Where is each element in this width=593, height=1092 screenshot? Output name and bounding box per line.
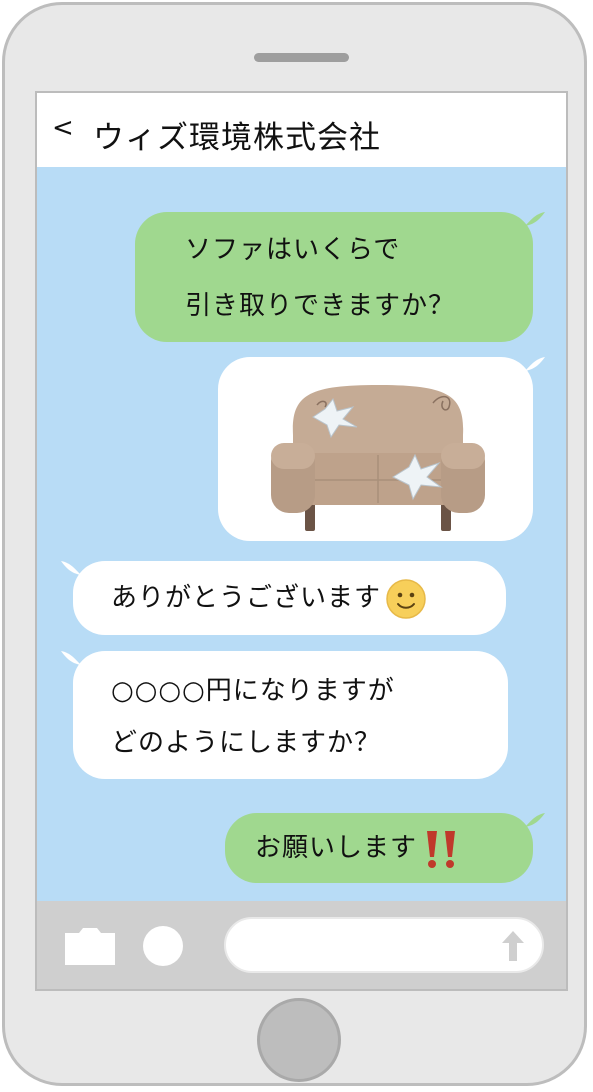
input-bar bbox=[37, 901, 566, 989]
message-line: どのようにしますか？ bbox=[111, 728, 382, 758]
double-exclamation-icon bbox=[427, 830, 456, 868]
received-message[interactable]: ○○○○円になりますが どのようにしますか？ bbox=[61, 651, 508, 779]
photo-button[interactable] bbox=[143, 926, 183, 966]
received-message[interactable]: ありがとうございます bbox=[61, 561, 506, 635]
home-button[interactable] bbox=[257, 998, 341, 1082]
camera-icon[interactable] bbox=[65, 925, 115, 965]
message-input[interactable] bbox=[224, 917, 544, 973]
bubble-tail-icon bbox=[525, 357, 545, 371]
message-line: お願いします bbox=[255, 833, 418, 863]
smiling-face-icon bbox=[386, 578, 426, 619]
sent-image-message[interactable] bbox=[218, 357, 545, 541]
chat-header: < ウィズ環境株式会社 bbox=[37, 93, 566, 167]
phone-speaker bbox=[254, 53, 349, 62]
message-line: ○○○○円になりますが bbox=[111, 676, 395, 706]
message-line: ありがとうございます bbox=[111, 583, 382, 613]
send-arrow-icon[interactable] bbox=[500, 929, 526, 963]
bubble-tail-icon bbox=[61, 561, 81, 575]
bubble-tail-icon bbox=[525, 813, 545, 827]
sent-message[interactable]: ソファはいくらで 引き取りできますか？ bbox=[135, 212, 545, 342]
chat-screen: < ウィズ環境株式会社 ソファはいくらで 引き取りできますか？ ありがとうござい… bbox=[35, 91, 568, 991]
phone-frame: < ウィズ環境株式会社 ソファはいくらで 引き取りできますか？ ありがとうござい… bbox=[2, 2, 587, 1086]
chat-title: ウィズ環境株式会社 bbox=[93, 120, 381, 156]
message-list: ソファはいくらで 引き取りできますか？ ありがとうございます ○○○○円になりま… bbox=[37, 167, 566, 901]
bubble-tail-icon bbox=[61, 651, 81, 665]
message-line: 引き取りできますか？ bbox=[185, 291, 456, 321]
message-line: ソファはいくらで bbox=[185, 235, 401, 265]
back-button[interactable]: < bbox=[52, 113, 74, 143]
sent-message[interactable]: お願いします bbox=[225, 813, 545, 883]
bubble-tail-icon bbox=[525, 212, 545, 226]
damaged-sofa-image bbox=[271, 385, 485, 531]
